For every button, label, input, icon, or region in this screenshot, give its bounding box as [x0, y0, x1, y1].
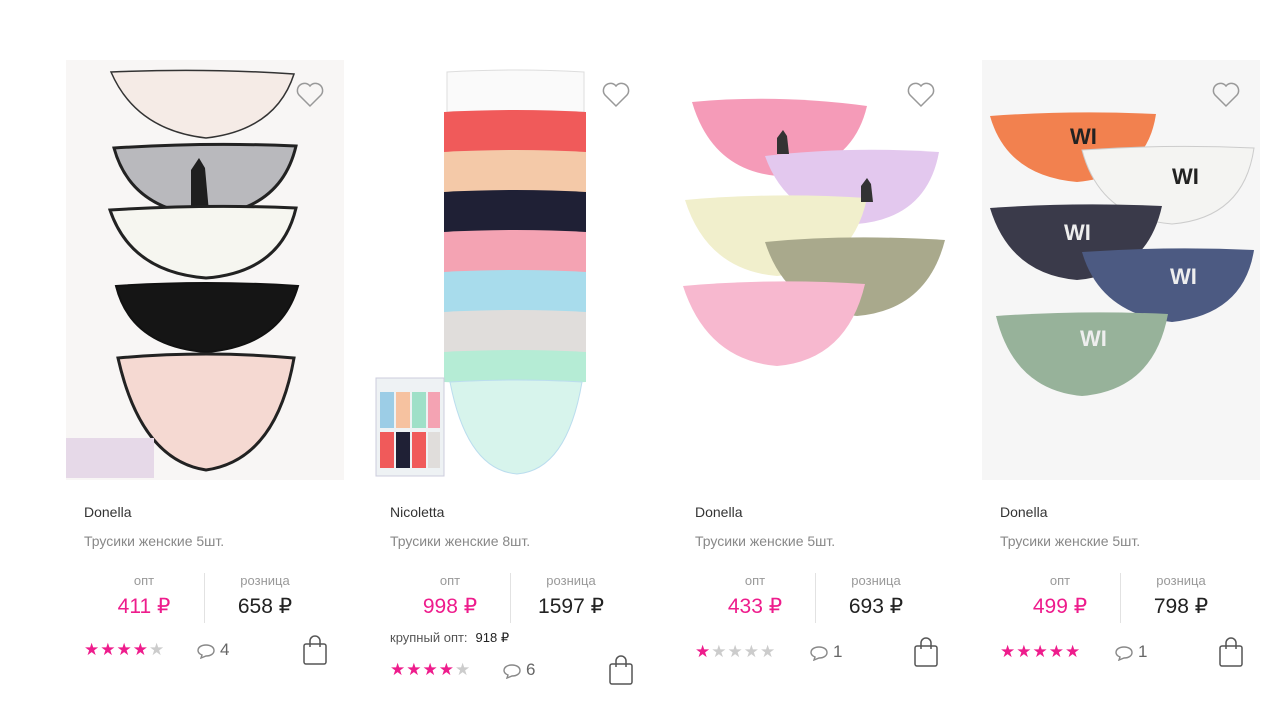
- opt-price: 499 ₽: [1032, 595, 1088, 618]
- opt-price: 411 ₽: [117, 595, 171, 618]
- star-icon: ★: [1048, 642, 1065, 661]
- retail-price: 1597 ₽: [538, 595, 604, 618]
- star-icon: ★: [132, 640, 149, 659]
- star-icon: ★: [760, 642, 777, 661]
- bulk-price-label: крупный опт:: [390, 630, 468, 645]
- comment-icon: [197, 643, 215, 659]
- opt-price: 433 ₽: [727, 595, 783, 618]
- heart-icon[interactable]: [296, 82, 324, 108]
- star-icon: ★: [84, 640, 101, 659]
- svg-text:WI: WI: [1170, 264, 1197, 289]
- product-image[interactable]: [677, 60, 955, 480]
- star-icon: ★: [390, 660, 407, 679]
- rating-stars: ★★★★★: [695, 642, 776, 662]
- reviews-count[interactable]: 4: [196, 640, 229, 660]
- svg-text:WI: WI: [1172, 164, 1199, 189]
- product-title[interactable]: Трусики женские 5шт.: [695, 533, 835, 549]
- star-icon: ★: [711, 642, 728, 661]
- rating-stars: ★★★★★: [1000, 642, 1081, 662]
- opt-label: опт: [744, 573, 766, 588]
- reviews-count[interactable]: 1: [809, 642, 842, 662]
- bulk-price: крупный опт: 918 ₽: [390, 630, 509, 646]
- star-icon: ★: [100, 640, 117, 659]
- retail-price: 798 ₽: [1153, 595, 1209, 618]
- shopping-bag-icon[interactable]: [1217, 636, 1245, 668]
- product-brand[interactable]: Donella: [695, 504, 742, 520]
- star-icon: ★: [1000, 642, 1017, 661]
- price-block: опт 499 ₽ розница 798 ₽: [1000, 573, 1240, 623]
- svg-text:WI: WI: [1070, 124, 1097, 149]
- product-title[interactable]: Трусики женские 5шт.: [84, 533, 224, 549]
- product-brand[interactable]: Donella: [1000, 504, 1047, 520]
- product-title[interactable]: Трусики женские 5шт.: [1000, 533, 1140, 549]
- retail-label: розница: [1156, 573, 1206, 588]
- shopping-bag-icon[interactable]: [912, 636, 940, 668]
- product-brand[interactable]: Donella: [84, 504, 131, 520]
- star-icon: ★: [727, 642, 744, 661]
- star-icon: ★: [438, 660, 455, 679]
- price-block: опт 411 ₽ розница 658 ₽: [84, 573, 324, 623]
- retail-price: 693 ₽: [848, 595, 904, 618]
- opt-label: опт: [133, 573, 155, 588]
- svg-text:WI: WI: [1064, 220, 1091, 245]
- product-image[interactable]: [372, 60, 650, 480]
- reviews-count[interactable]: 1: [1114, 642, 1147, 662]
- price-block: опт 433 ₽ розница 693 ₽: [695, 573, 935, 623]
- product-image[interactable]: WI WI WI WI WI: [982, 60, 1260, 480]
- product-card[interactable]: Donella Трусики женские 5шт. опт 433 ₽ р…: [677, 60, 955, 667]
- rating-row: ★★★★★ 1: [1000, 636, 1245, 668]
- product-image[interactable]: [66, 60, 344, 480]
- rating-row: ★★★★★ 4: [84, 634, 329, 666]
- star-icon: ★: [695, 642, 712, 661]
- comment-icon: [503, 663, 521, 679]
- retail-label: розница: [546, 573, 596, 588]
- retail-label: розница: [851, 573, 901, 588]
- star-icon: ★: [455, 660, 472, 679]
- heart-icon[interactable]: [1212, 82, 1240, 108]
- svg-text:WI: WI: [1080, 326, 1107, 351]
- star-icon: ★: [1016, 642, 1033, 661]
- comment-icon: [1115, 645, 1133, 661]
- star-icon: ★: [116, 640, 133, 659]
- opt-price: 998 ₽: [422, 595, 478, 618]
- rating-row: ★★★★★ 1: [695, 636, 940, 668]
- star-icon: ★: [149, 640, 166, 659]
- heart-icon[interactable]: [907, 82, 935, 108]
- bulk-price-value: 918 ₽: [475, 630, 510, 645]
- heart-icon[interactable]: [602, 82, 630, 108]
- retail-label: розница: [240, 573, 290, 588]
- shopping-bag-icon[interactable]: [301, 634, 329, 666]
- opt-label: опт: [439, 573, 461, 588]
- product-card[interactable]: Donella Трусики женские 5шт. опт 411 ₽ р…: [66, 60, 344, 665]
- star-icon: ★: [422, 660, 439, 679]
- opt-label: опт: [1049, 573, 1071, 588]
- star-icon: ★: [1065, 642, 1082, 661]
- star-icon: ★: [406, 660, 423, 679]
- price-block: опт 998 ₽ розница 1597 ₽: [390, 573, 630, 623]
- star-icon: ★: [743, 642, 760, 661]
- product-card[interactable]: Nicoletta Трусики женские 8шт. опт 998 ₽…: [372, 60, 650, 685]
- product-brand[interactable]: Nicoletta: [390, 504, 444, 520]
- shopping-bag-icon[interactable]: [607, 654, 635, 686]
- rating-stars: ★★★★★: [84, 640, 165, 660]
- retail-price: 658 ₽: [237, 595, 293, 618]
- product-card[interactable]: WI WI WI WI WI Donella Трусики женские 5…: [982, 60, 1260, 667]
- rating-row: ★★★★★ 6: [390, 654, 635, 686]
- product-title[interactable]: Трусики женские 8шт.: [390, 533, 530, 549]
- star-icon: ★: [1032, 642, 1049, 661]
- reviews-count[interactable]: 6: [502, 660, 535, 680]
- rating-stars: ★★★★★: [390, 660, 471, 680]
- comment-icon: [810, 645, 828, 661]
